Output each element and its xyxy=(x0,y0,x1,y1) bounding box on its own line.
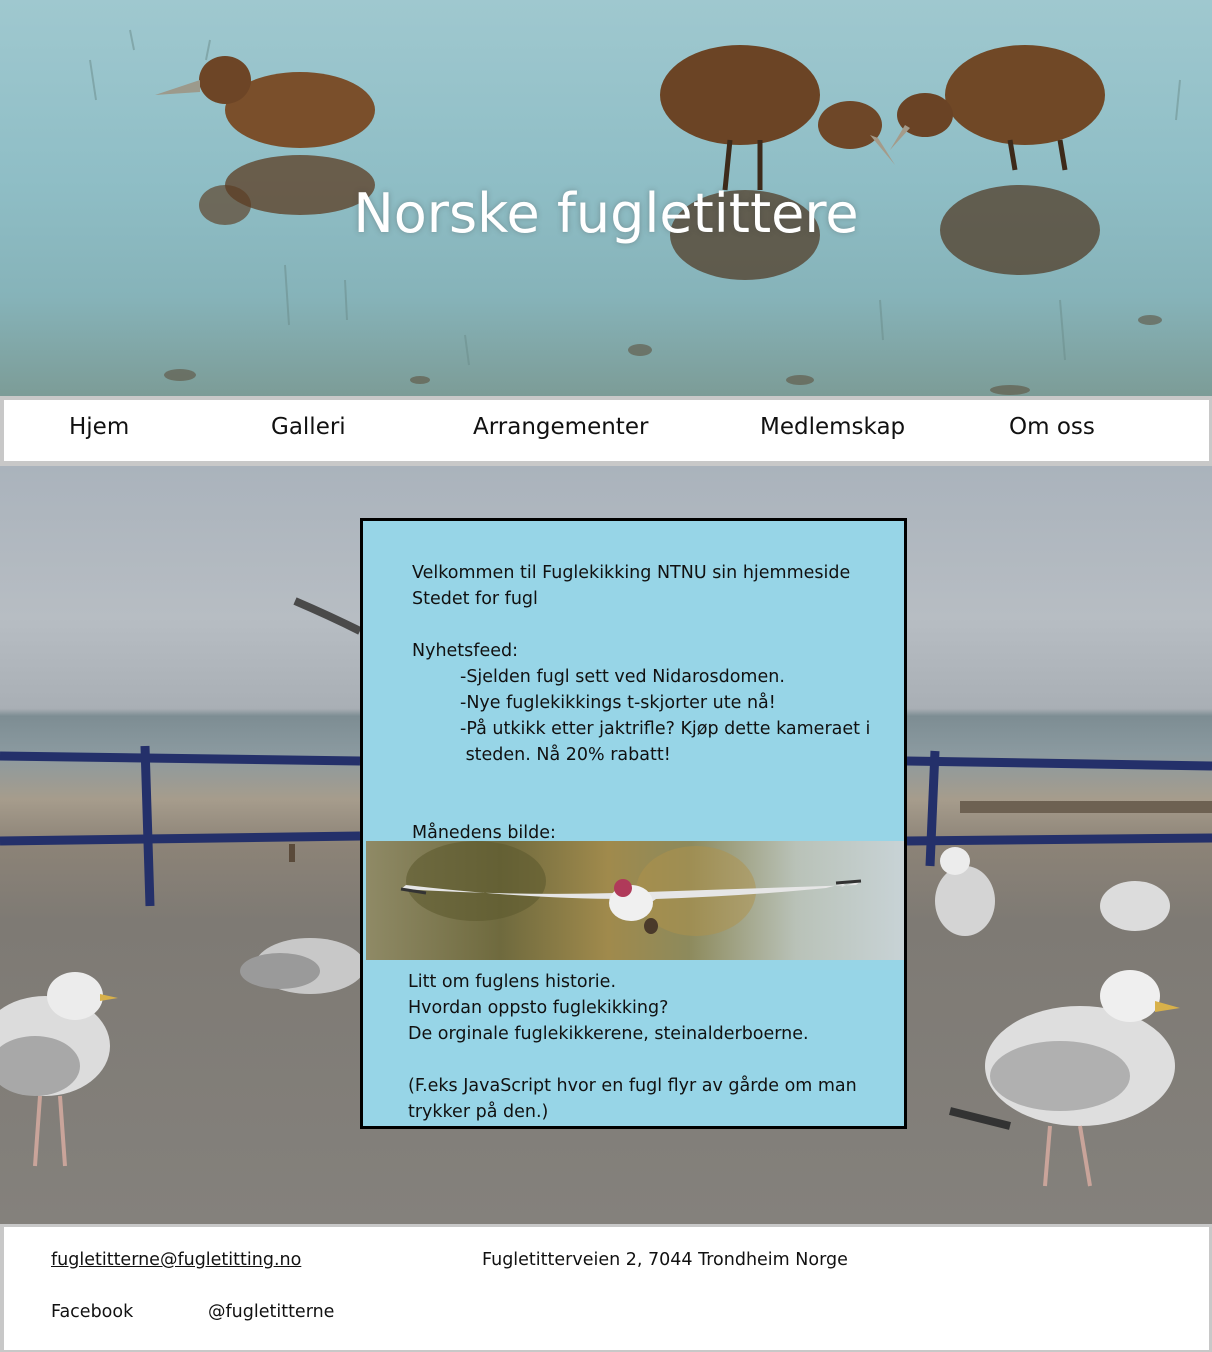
footer: fugletitterne@fugletitting.no Fugletitte… xyxy=(4,1227,1209,1350)
news-item: -På utkikk etter jaktrifle? Kjøp dette k… xyxy=(460,719,871,739)
nav-item-om-oss[interactable]: Om oss xyxy=(1009,414,1095,440)
history-line: De orginale fuglekikkerene, steinalderbo… xyxy=(408,1024,809,1044)
address-text: Fugletitterveien 2, 7044 Trondheim Norge xyxy=(482,1250,848,1270)
news-item: -Sjelden fugl sett ved Nidarosdomen. xyxy=(460,667,785,687)
nav-item-galleri[interactable]: Galleri xyxy=(271,414,346,440)
news-item: steden. Nå 20% rabatt! xyxy=(460,745,671,765)
nav-frame: Hjem Galleri Arrangementer Medlemskap Om… xyxy=(0,396,1212,466)
nav-item-medlemskap[interactable]: Medlemskap xyxy=(760,414,905,440)
email-link[interactable]: fugletitterne@fugletitting.no xyxy=(51,1250,301,1270)
nav-item-arrangementer[interactable]: Arrangementer xyxy=(473,414,648,440)
news-heading: Nyhetsfeed: xyxy=(412,641,518,661)
news-item: -Nye fuglekikkings t-skjorter ute nå! xyxy=(460,693,776,713)
note-line: (F.eks JavaScript hvor en fugl flyr av g… xyxy=(408,1076,857,1096)
header-hero: Norske fugletittere xyxy=(0,0,1212,396)
tagline-text: Stedet for fugl xyxy=(412,589,538,609)
main-nav: Hjem Galleri Arrangementer Medlemskap Om… xyxy=(4,400,1209,461)
facebook-label: Facebook xyxy=(51,1302,134,1322)
page: Norske fugletittere Hjem Galleri Arrange… xyxy=(0,0,1212,1352)
facebook-handle[interactable]: @fugletitterne xyxy=(208,1302,334,1322)
history-line: Hvordan oppsto fuglekikking? xyxy=(408,998,669,1018)
content-card: Velkommen til Fuglekikking NTNU sin hjem… xyxy=(360,518,907,1129)
welcome-text: Velkommen til Fuglekikking NTNU sin hjem… xyxy=(412,563,851,583)
nav-item-hjem[interactable]: Hjem xyxy=(69,414,129,440)
history-line: Litt om fuglens historie. xyxy=(408,972,617,992)
footer-frame: fugletitterne@fugletitting.no Fugletitte… xyxy=(0,1224,1212,1352)
note-line: trykker på den.) xyxy=(408,1102,549,1122)
flying-bird-image xyxy=(366,841,904,960)
site-title: Norske fugletittere xyxy=(353,182,859,245)
